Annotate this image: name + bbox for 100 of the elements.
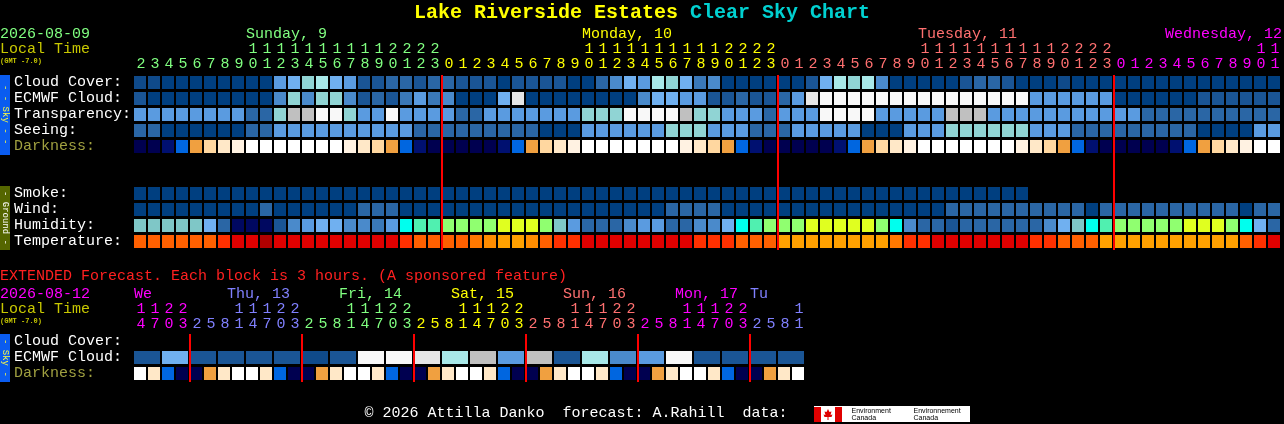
hour-label: 2	[415, 317, 427, 332]
hour-label: 5	[541, 317, 553, 332]
hour-label: 20	[611, 302, 623, 332]
hour-label: 15	[653, 42, 665, 72]
hour-label: 18	[1031, 42, 1043, 72]
day-label: Fri, 14	[339, 287, 402, 302]
flag-icon	[813, 406, 842, 422]
hour-label: 19	[373, 42, 385, 72]
hour-label: 16	[667, 42, 679, 72]
hour-label: 23	[765, 42, 777, 72]
hour-label: 17	[709, 302, 721, 332]
hour-label: 17	[485, 302, 497, 332]
hour-label: 2	[303, 317, 315, 332]
hour-label: 11	[261, 42, 273, 72]
hour-label: 7	[541, 57, 553, 72]
hour-label: 8	[667, 317, 679, 332]
hour-label: 17	[149, 302, 161, 332]
hour-label: 17	[345, 42, 357, 72]
hour-label: 20	[163, 302, 175, 332]
credits-text: © 2026 Attilla Danko forecast: A.Rahill data:	[364, 406, 788, 422]
hour-label: 23	[401, 302, 413, 332]
hour-label: 0	[779, 57, 791, 72]
row-label: Cloud Cover:	[14, 334, 123, 349]
local-time-label: Local Time	[0, 302, 91, 317]
hour-label: 0	[443, 57, 455, 72]
hour-label: 3	[1157, 57, 1169, 72]
hour-label: 17	[597, 302, 609, 332]
hour-label: 18	[695, 42, 707, 72]
hour-label: 13	[289, 42, 301, 72]
hour-label: 22	[1087, 42, 1099, 72]
date-label: 2026-08-12	[0, 287, 91, 302]
row-label: Darkness:	[14, 139, 95, 154]
day-label: Thu, 13	[227, 287, 290, 302]
hour-label: 2	[807, 57, 819, 72]
hour-label: 1	[793, 57, 805, 72]
day-label: Wednesday, 12	[1164, 27, 1282, 42]
hour-label: 8	[779, 317, 791, 332]
hour-label: 8	[555, 57, 567, 72]
hour-label: 15	[989, 42, 1001, 72]
hour-label: 8	[555, 317, 567, 332]
hour-label: 5	[765, 317, 777, 332]
hour-label: 2	[1143, 57, 1155, 72]
hour-label: 1	[1129, 57, 1141, 72]
hour-label: 12	[611, 42, 623, 72]
hour-label: 14	[639, 42, 651, 72]
hour-label: 22	[415, 42, 427, 72]
hour-label: 23	[1101, 42, 1113, 72]
hour-label: 23	[625, 302, 637, 332]
hour-label: 14	[247, 302, 259, 332]
hour-label: 3	[485, 57, 497, 72]
hour-label: 8	[331, 317, 343, 332]
hour-label: 2	[191, 317, 203, 332]
hour-label: 14	[303, 42, 315, 72]
row-label: Humidity:	[14, 218, 95, 233]
hour-label: 12	[275, 42, 287, 72]
hour-label: 5	[849, 57, 861, 72]
hour-label: 9	[905, 57, 917, 72]
hour-label: 11	[681, 302, 693, 332]
hour-label: 11	[457, 302, 469, 332]
hour-label: 14	[135, 302, 147, 332]
hour-label: 11	[233, 302, 245, 332]
row-label: Smoke:	[14, 186, 68, 201]
hour-label: 2	[639, 317, 651, 332]
hour-label: 6	[191, 57, 203, 72]
hour-label: 21	[737, 42, 749, 72]
row-label: Wind:	[14, 202, 59, 217]
hour-label: 14	[359, 302, 371, 332]
hour-label: 10	[247, 42, 259, 72]
hour-label: 2	[135, 57, 147, 72]
hour-label: 14	[975, 42, 987, 72]
hour-label: 14	[471, 302, 483, 332]
hour-label: 1	[457, 57, 469, 72]
hour-label: 19	[709, 42, 721, 72]
hour-label: 18	[359, 42, 371, 72]
hour-label: 11	[345, 302, 357, 332]
hour-label: 4	[1171, 57, 1183, 72]
hour-label: 12	[947, 42, 959, 72]
hour-label: 5	[317, 317, 329, 332]
hour-label: 10	[919, 42, 931, 72]
row-label: Transparency:	[14, 107, 132, 122]
hour-label: 11	[793, 302, 805, 332]
hour-label: 14	[695, 302, 707, 332]
hour-label: 13	[961, 42, 973, 72]
hour-label: 5	[429, 317, 441, 332]
hour-label: 0	[1115, 57, 1127, 72]
hour-label: 2	[527, 317, 539, 332]
hour-label: 20	[723, 42, 735, 72]
hour-label: 5	[653, 317, 665, 332]
hour-label: 4	[835, 57, 847, 72]
hour-label: 17	[261, 302, 273, 332]
hour-label: 6	[527, 57, 539, 72]
day-label: Tu	[750, 287, 768, 302]
day-label: Tuesday, 11	[918, 27, 1018, 42]
row-label: Darkness:	[14, 366, 95, 381]
hour-label: 20	[275, 302, 287, 332]
hour-label: 19	[1045, 42, 1057, 72]
hour-label: 3	[149, 57, 161, 72]
hour-label: 16	[331, 42, 343, 72]
day-label: Sun, 16	[563, 287, 626, 302]
hour-label: 7	[1213, 57, 1225, 72]
